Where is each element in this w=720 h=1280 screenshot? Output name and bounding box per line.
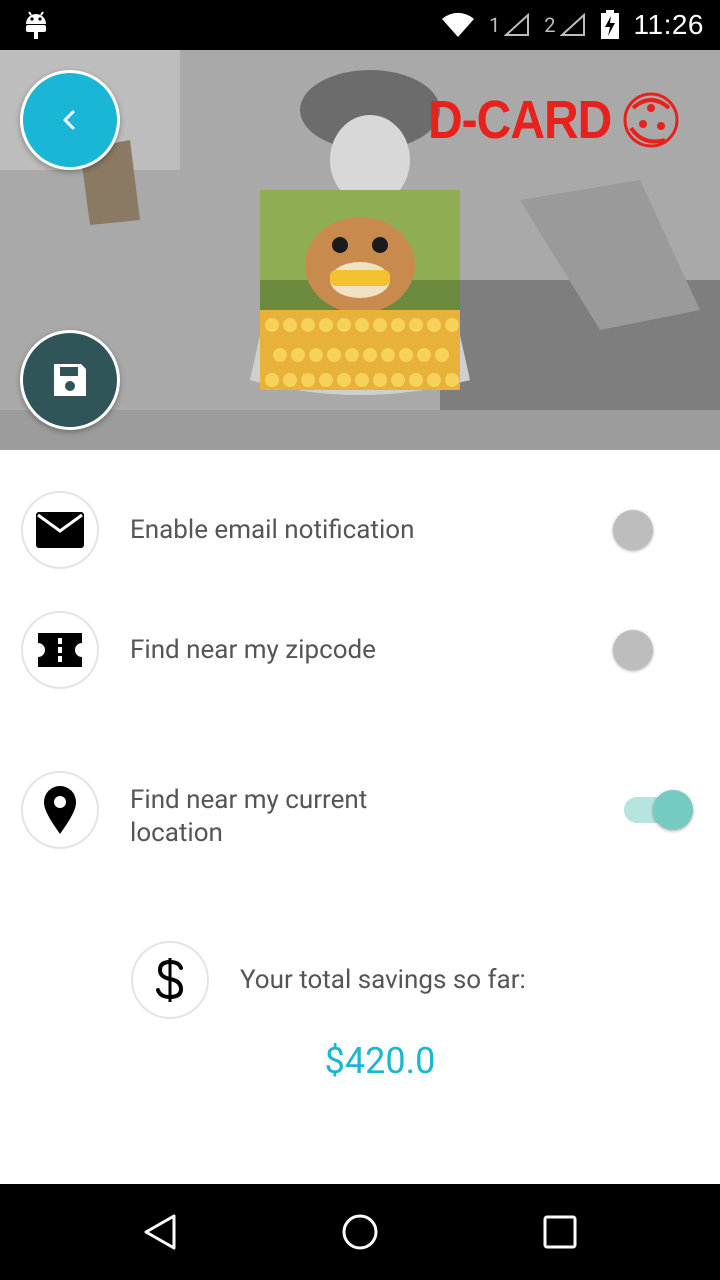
clock: 11:26 <box>633 9 704 40</box>
current-location-label: Find near my current location <box>130 785 368 848</box>
dollar-icon <box>156 958 184 1002</box>
status-bar: 1 2 11:26 <box>0 0 720 50</box>
email-notification-toggle[interactable] <box>613 510 653 550</box>
savings-icon-badge <box>131 941 209 1019</box>
email-icon-badge <box>21 491 99 569</box>
recents-square-icon[interactable] <box>540 1212 580 1252</box>
profile-header: D-CARD <box>0 50 720 450</box>
signal-sim1: 1 <box>489 13 530 37</box>
floppy-disk-icon <box>54 364 86 396</box>
location-pin-icon <box>44 786 76 834</box>
savings-label: Your total savings so far: <box>240 965 526 995</box>
logo-swirl-icon <box>623 92 679 148</box>
current-location-toggle-thumb[interactable] <box>653 790 693 830</box>
profile-photo[interactable] <box>260 190 460 390</box>
signal-icon <box>504 13 530 36</box>
sim2-label: 2 <box>544 13 556 37</box>
profile-photo-image <box>260 190 460 390</box>
d-card-logo: D-CARD <box>428 88 681 152</box>
wifi-icon <box>442 12 474 37</box>
ticket-icon <box>38 633 82 667</box>
back-triangle-icon[interactable] <box>140 1212 180 1252</box>
android-debug-icon <box>26 11 46 39</box>
signal-icon <box>559 13 585 36</box>
envelope-icon <box>36 512 84 548</box>
logo-text: D-CARD <box>428 90 612 150</box>
chevron-left-icon <box>63 110 75 130</box>
setting-row-email: Enable email notification <box>0 490 720 570</box>
zipcode-icon-badge <box>21 611 99 689</box>
sim1-label: 1 <box>489 13 501 37</box>
zipcode-toggle[interactable] <box>613 630 653 670</box>
signal-sim2: 2 <box>544 13 585 37</box>
email-notification-label: Enable email notification <box>130 515 415 545</box>
setting-row-location: Find near my current location <box>0 770 720 850</box>
setting-row-zipcode: Find near my zipcode <box>0 610 720 690</box>
zipcode-label: Find near my zipcode <box>130 635 376 665</box>
savings-amount: $420.0 <box>324 1040 436 1082</box>
system-nav-bar <box>0 1184 720 1280</box>
location-icon-badge <box>21 771 99 849</box>
battery-charging-icon <box>600 10 619 39</box>
home-circle-icon[interactable] <box>340 1212 380 1252</box>
save-button[interactable] <box>20 330 120 430</box>
back-button[interactable] <box>20 70 120 170</box>
